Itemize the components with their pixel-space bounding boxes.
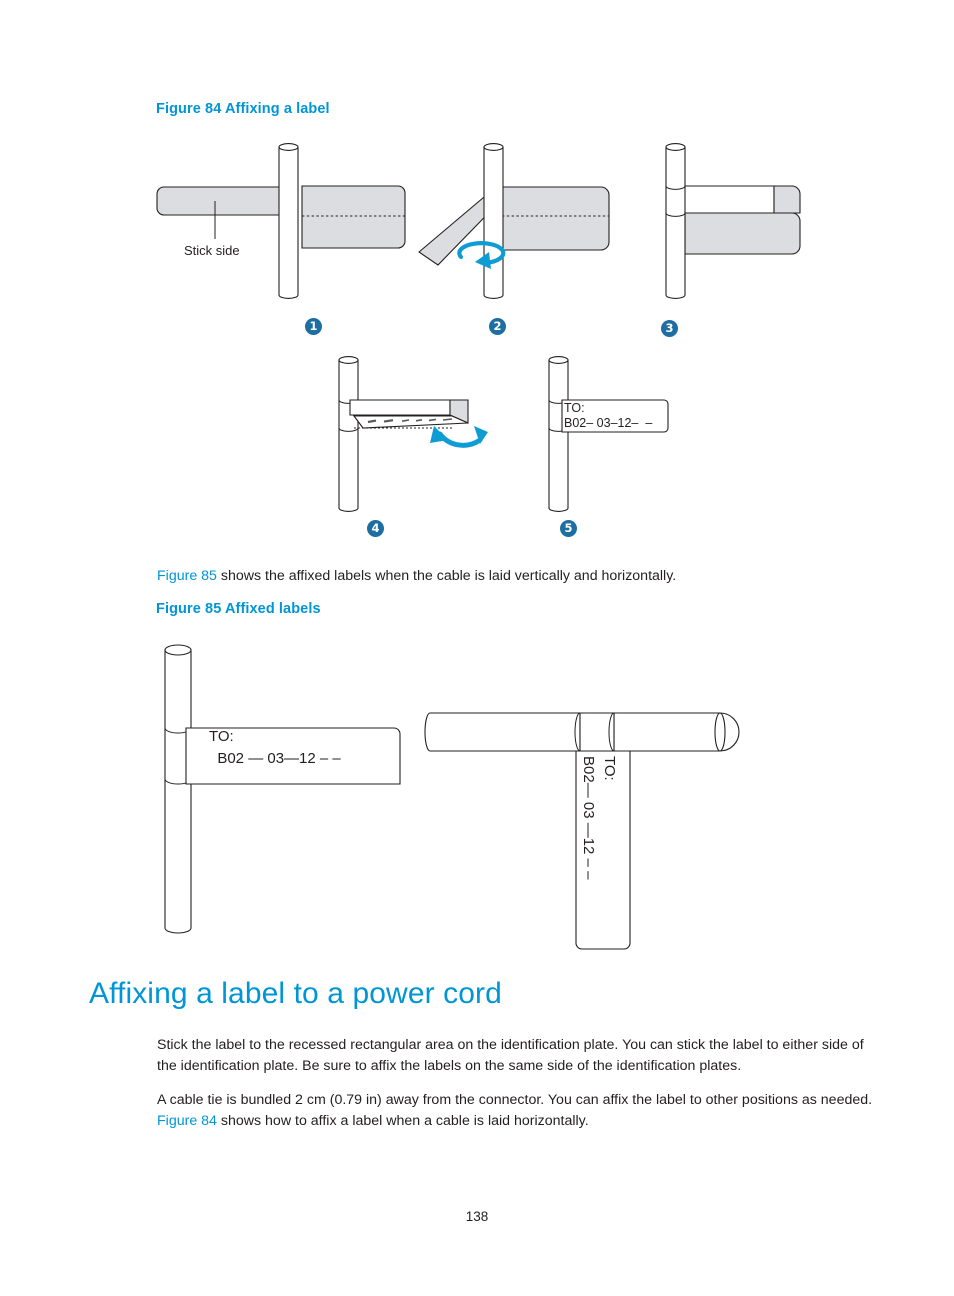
- step-badge-4: 4: [367, 520, 384, 537]
- figure-85-xref[interactable]: Figure 85: [157, 568, 217, 584]
- figure-85-intro-paragraph: Figure 85 shows the affixed labels when …: [157, 566, 877, 587]
- figure-85-horizontal-label-line-1: TO:: [601, 756, 618, 781]
- step-badge-5: 5: [560, 520, 577, 537]
- figure-84-step-4-diagram: [330, 348, 530, 518]
- figure-85-intro-rest: shows the affixed labels when the cable …: [216, 568, 677, 584]
- figure-84-xref[interactable]: Figure 84: [157, 1113, 217, 1129]
- figure-84-step-1-diagram: [156, 135, 410, 310]
- step-badge-3: 3: [661, 320, 678, 337]
- figure-85-vertical-label-line-1: TO:: [209, 728, 234, 745]
- section-heading: Affixing a label to a power cord: [89, 977, 502, 1010]
- figure-84-label-line-2: B02– 03–12– –: [564, 416, 653, 430]
- document-page: Figure 84 Affixing a label Stick side 1: [0, 0, 954, 1296]
- step-badge-1: 1: [305, 318, 322, 335]
- figure-84-label-line-1: TO:: [564, 401, 585, 415]
- figure-84-step-2-diagram: [413, 135, 643, 310]
- figure-85-vertical-label-line-2: B02 — 03—12 – –: [209, 750, 341, 767]
- section-paragraph-2-part-2: shows how to affix a label when a cable …: [216, 1113, 589, 1129]
- figure-85-vertical-cable-diagram: [160, 640, 420, 940]
- stick-side-annotation: Stick side: [184, 243, 240, 258]
- figure-84-step-3-diagram: [660, 135, 880, 310]
- section-paragraph-1: Stick the label to the recessed rectangu…: [157, 1037, 864, 1074]
- section-paragraph-2: A cable tie is bundled 2 cm (0.79 in) aw…: [157, 1090, 873, 1132]
- figure-85-horizontal-label-line-2: B02— 03 —12 – –: [580, 756, 597, 880]
- figure-84-caption: Figure 84 Affixing a label: [156, 101, 330, 117]
- figure-85-caption: Figure 85 Affixed labels: [156, 601, 321, 617]
- page-number: 138: [465, 1209, 489, 1224]
- section-paragraph-2-part-1: A cable tie is bundled 2 cm (0.79 in) aw…: [157, 1092, 873, 1108]
- step-badge-2: 2: [489, 318, 506, 335]
- figure-84-step-5-diagram: [540, 348, 730, 518]
